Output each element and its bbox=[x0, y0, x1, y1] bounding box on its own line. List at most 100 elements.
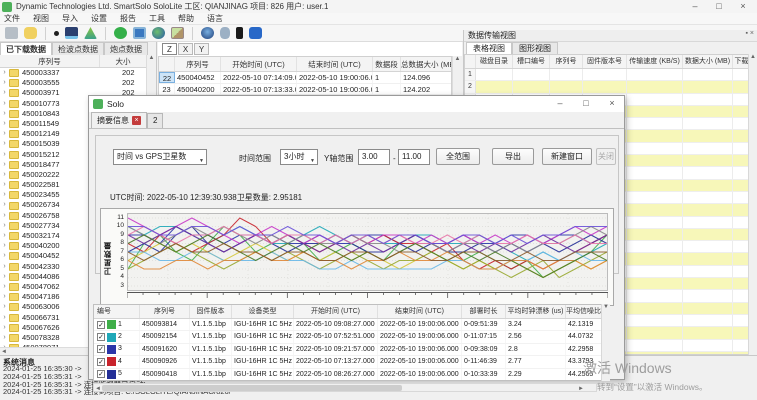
tab-shot-point-data[interactable]: 炮点数据 bbox=[104, 42, 148, 55]
col-firmware[interactable]: 固件版本号 bbox=[583, 55, 627, 68]
menu-import[interactable]: 导入 bbox=[62, 13, 78, 24]
tab-receiver-point-data[interactable]: 检波点数据 bbox=[52, 42, 104, 55]
hscroll-thumb[interactable] bbox=[102, 385, 402, 391]
tab-close-icon[interactable]: × bbox=[132, 116, 141, 125]
col-deploy-duration[interactable]: 部署时长 bbox=[462, 305, 506, 318]
chart-icon[interactable] bbox=[84, 27, 97, 39]
col-segments[interactable]: 数据段 bbox=[373, 57, 401, 71]
tab-graph-view[interactable]: 图形视图 bbox=[512, 42, 558, 54]
col-serial[interactable]: 序列号 bbox=[175, 57, 221, 71]
checkbox-checked-icon[interactable]: ✓ bbox=[97, 370, 105, 378]
folder-icon[interactable] bbox=[24, 27, 37, 39]
globe-icon[interactable] bbox=[152, 27, 165, 39]
y-max-input[interactable]: 11.00 bbox=[398, 149, 430, 165]
expander-icon[interactable]: › bbox=[0, 231, 9, 241]
checkbox-checked-icon[interactable]: ✓ bbox=[97, 333, 105, 341]
col-disk-dir[interactable]: 磁盘目录 bbox=[476, 55, 513, 68]
new-window-button[interactable]: 新建窗口 bbox=[542, 148, 592, 165]
tab-2[interactable]: 2 bbox=[147, 113, 163, 128]
menu-file[interactable]: 文件 bbox=[4, 13, 20, 24]
menu-tools[interactable]: 工具 bbox=[149, 13, 165, 24]
axis-tab-z[interactable]: Z bbox=[162, 43, 177, 55]
close-button[interactable]: × bbox=[731, 0, 755, 13]
expander-icon[interactable]: › bbox=[0, 251, 9, 261]
full-range-button[interactable]: 全范围 bbox=[436, 148, 480, 165]
expander-icon[interactable]: › bbox=[0, 221, 9, 231]
row-number[interactable]: 22 bbox=[159, 72, 175, 83]
dialog-titlebar[interactable]: Solo bbox=[89, 96, 624, 112]
expander-icon[interactable]: › bbox=[0, 129, 9, 139]
disk-icon[interactable] bbox=[65, 27, 78, 39]
expander-icon[interactable]: › bbox=[0, 170, 9, 180]
table-row[interactable]: 234500402002022-05-10 07:13:33.0002022-0… bbox=[159, 84, 451, 96]
device-table-vscrollbar[interactable]: ▼ bbox=[601, 304, 610, 381]
expander-icon[interactable]: › bbox=[0, 262, 9, 272]
expander-icon[interactable]: › bbox=[0, 78, 9, 88]
network-globe-icon[interactable] bbox=[201, 27, 214, 39]
device-row[interactable]: ✓1450093814V1.1.5.1bpIGU-16HR 1C 5Hz2022… bbox=[94, 319, 607, 331]
tab-summary-info[interactable]: 摘要信息 × bbox=[91, 112, 147, 128]
col-data-size[interactable]: 数据大小 (MB) bbox=[683, 55, 733, 68]
menu-help[interactable]: 帮助 bbox=[178, 13, 194, 24]
expander-icon[interactable]: › bbox=[0, 313, 9, 323]
help-icon[interactable] bbox=[249, 27, 262, 39]
expander-icon[interactable]: › bbox=[0, 99, 9, 109]
mouse-icon[interactable] bbox=[220, 27, 230, 39]
col-clock-drift[interactable]: 平均时钟漂移 (us) bbox=[506, 305, 566, 318]
expander-icon[interactable]: › bbox=[0, 241, 9, 251]
checkbox-checked-icon[interactable]: ✓ bbox=[97, 345, 105, 353]
expander-icon[interactable]: › bbox=[0, 292, 9, 302]
device-row[interactable]: ✓2450092154V1.1.5.1bpIGU-16HR 1C 5Hz2022… bbox=[94, 331, 607, 343]
col-downloaded[interactable]: 下载的数据 (MB) bbox=[733, 55, 749, 68]
axis-tab-y[interactable]: Y bbox=[194, 43, 209, 55]
time-range-select[interactable]: 3小时 ▼ bbox=[280, 149, 318, 165]
expander-icon[interactable]: › bbox=[0, 211, 9, 221]
printer-icon[interactable] bbox=[5, 27, 18, 39]
monitor-icon[interactable] bbox=[133, 27, 146, 39]
transfer-row[interactable]: 1 bbox=[465, 69, 748, 81]
tree-row[interactable]: ›450003555202 bbox=[0, 78, 147, 88]
menu-report[interactable]: 报告 bbox=[120, 13, 136, 24]
chart-plot-area[interactable] bbox=[127, 213, 608, 291]
expander-icon[interactable]: › bbox=[0, 160, 9, 170]
status-circle-icon[interactable] bbox=[114, 27, 127, 39]
expander-icon[interactable]: › bbox=[0, 323, 9, 333]
col-firmware[interactable]: 固件版本 bbox=[190, 305, 232, 318]
expander-icon[interactable]: › bbox=[0, 150, 9, 160]
expander-icon[interactable]: › bbox=[0, 200, 9, 210]
col-total-size[interactable]: 总数据大小 (MB) bbox=[401, 57, 452, 71]
expander-icon[interactable]: › bbox=[0, 139, 9, 149]
maximize-button[interactable]: □ bbox=[707, 0, 731, 13]
menu-settings[interactable]: 设置 bbox=[91, 13, 107, 24]
phone-icon[interactable] bbox=[236, 27, 243, 39]
expander-icon[interactable]: › bbox=[0, 282, 9, 292]
menu-language[interactable]: 语言 bbox=[207, 13, 223, 24]
expander-icon[interactable]: › bbox=[0, 109, 9, 119]
col-end-time[interactable]: 结束时间 (UTC) bbox=[378, 305, 462, 318]
col-serial[interactable]: 序列号 bbox=[140, 305, 190, 318]
pin-icon[interactable]: ▪ × bbox=[745, 30, 754, 37]
tree-header-serial[interactable]: 序列号 bbox=[0, 55, 100, 67]
expander-icon[interactable]: › bbox=[0, 68, 9, 78]
satellite-chart[interactable]: 卫星数量 34567891011 bbox=[100, 208, 614, 306]
tab-table-view[interactable]: 表格视图 bbox=[466, 42, 512, 54]
dialog-close-button[interactable]: × bbox=[606, 96, 618, 112]
col-device-type[interactable]: 设备类型 bbox=[232, 305, 294, 318]
table-row[interactable]: 224500404522022-05-10 07:14:09.0002022-0… bbox=[159, 72, 451, 84]
dialog-minimize-button[interactable]: – bbox=[554, 96, 566, 112]
row-number[interactable]: 23 bbox=[159, 84, 175, 95]
transfer-row[interactable]: 2 bbox=[465, 81, 748, 93]
col-speed[interactable]: 传输速度 (KB/S) bbox=[627, 55, 683, 68]
expander-icon[interactable]: › bbox=[0, 180, 9, 190]
col-start-time[interactable]: 开始时间 (UTC) bbox=[221, 57, 297, 71]
device-row[interactable]: ✓5450090418V1.1.5.1bpIGU-16HR 1C 5Hz2022… bbox=[94, 369, 607, 381]
export-button[interactable]: 导出 bbox=[492, 148, 534, 165]
device-row[interactable]: ✓3450091620V1.1.5.1bpIGU-16HR 1C 5Hz2022… bbox=[94, 344, 607, 356]
col-slot-no[interactable]: 槽口编号 bbox=[513, 55, 550, 68]
plot-type-select[interactable]: 时间 vs GPS卫星数 ▼ bbox=[113, 149, 207, 165]
axis-tab-x[interactable]: X bbox=[178, 43, 193, 55]
col-start-time[interactable]: 开始时间 (UTC) bbox=[294, 305, 378, 318]
expander-icon[interactable]: › bbox=[0, 190, 9, 200]
expander-icon[interactable]: › bbox=[0, 333, 9, 343]
y-min-input[interactable]: 3.00 bbox=[358, 149, 390, 165]
